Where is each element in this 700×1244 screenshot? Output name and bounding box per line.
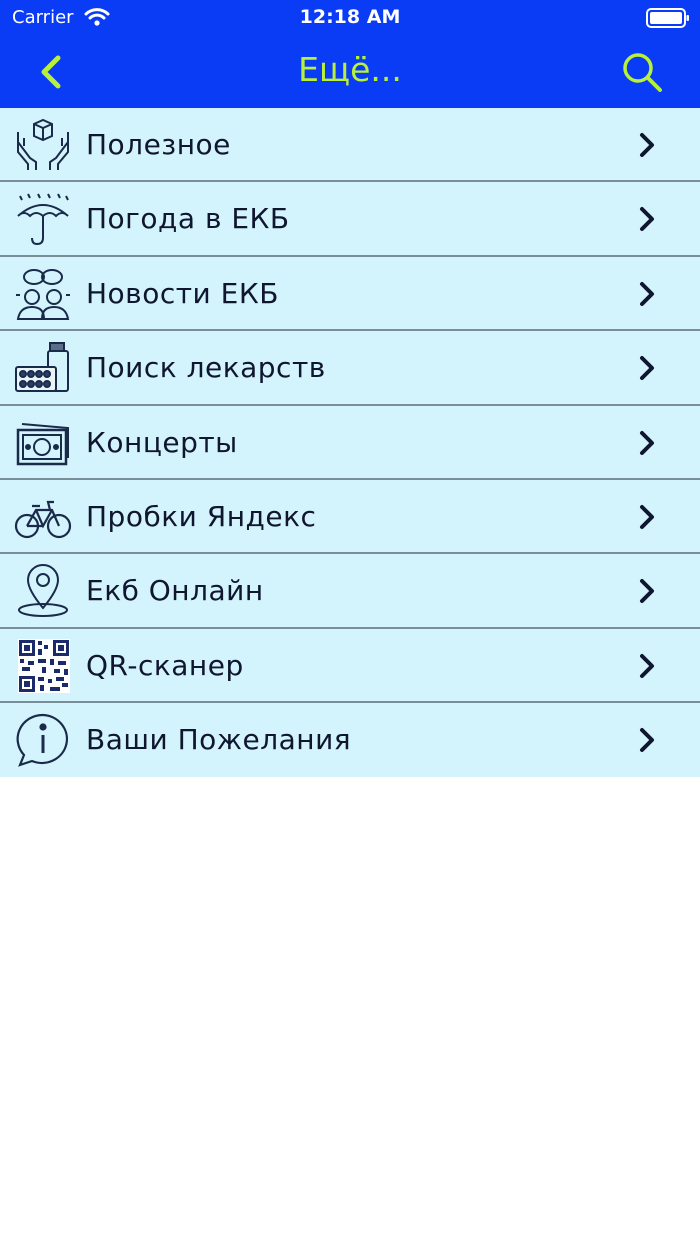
location-pin-icon — [18, 564, 68, 618]
menu-item-concerts[interactable]: Концерты — [0, 405, 700, 480]
menu-item-feedback[interactable]: Ваши Пожелания — [0, 703, 700, 778]
menu-item-medicine-search[interactable]: Поиск лекарств — [0, 331, 700, 406]
chevron-right-icon — [640, 133, 654, 157]
menu-item-weather[interactable]: Погода в ЕКБ — [0, 182, 700, 257]
menu-item-label: Концерты — [86, 425, 238, 459]
chevron-right-icon — [640, 281, 654, 306]
chevron-right-icon — [640, 653, 654, 678]
menu-item-qr-scanner[interactable]: QR-сканер — [0, 628, 700, 704]
battery-icon — [646, 8, 689, 28]
pills-bottle-icon — [15, 342, 69, 393]
navigation-bar: Ещё... — [0, 36, 700, 108]
umbrella-rain-icon — [17, 193, 69, 246]
page-title: Ещё... — [298, 50, 402, 89]
menu-item-label: QR-сканер — [86, 648, 244, 682]
search-icon[interactable] — [620, 50, 664, 94]
status-time: 12:18 AM — [299, 6, 401, 28]
chevron-right-icon — [640, 504, 654, 529]
menu-list: Полезное Погода в ЕКБ Новости ЕКБ Поиск … — [0, 108, 700, 778]
menu-item-label: Полезное — [86, 128, 231, 161]
menu-item-label: Поиск лекарств — [86, 351, 326, 385]
info-bubble-icon — [16, 714, 68, 767]
menu-item-useful[interactable]: Полезное — [0, 108, 700, 183]
menu-item-ekb-online[interactable]: Екб Онлайн — [0, 554, 700, 629]
menu-item-label: Погода в ЕКБ — [86, 202, 290, 236]
status-bar: Carrier 12:18 AM — [0, 0, 700, 36]
chevron-right-icon — [640, 430, 654, 455]
qr-code-icon — [18, 638, 70, 693]
menu-item-label: Новости ЕКБ — [86, 276, 279, 310]
menu-item-label: Пробки Яндекс — [86, 499, 317, 533]
menu-item-label: Ваши Пожелания — [86, 723, 352, 757]
back-chevron-icon[interactable] — [34, 52, 70, 92]
people-chat-icon — [16, 268, 70, 320]
hands-box-icon — [17, 118, 69, 170]
menu-item-label: Екб Онлайн — [86, 574, 264, 608]
bicycle-icon — [14, 500, 72, 539]
menu-item-traffic[interactable]: Пробки Яндекс — [0, 479, 700, 555]
chevron-right-icon — [640, 207, 654, 232]
chevron-right-icon — [640, 356, 654, 381]
chevron-right-icon — [640, 579, 654, 604]
menu-item-news[interactable]: Новости ЕКБ — [0, 256, 700, 332]
banknotes-icon — [16, 422, 69, 465]
chevron-right-icon — [640, 728, 654, 753]
